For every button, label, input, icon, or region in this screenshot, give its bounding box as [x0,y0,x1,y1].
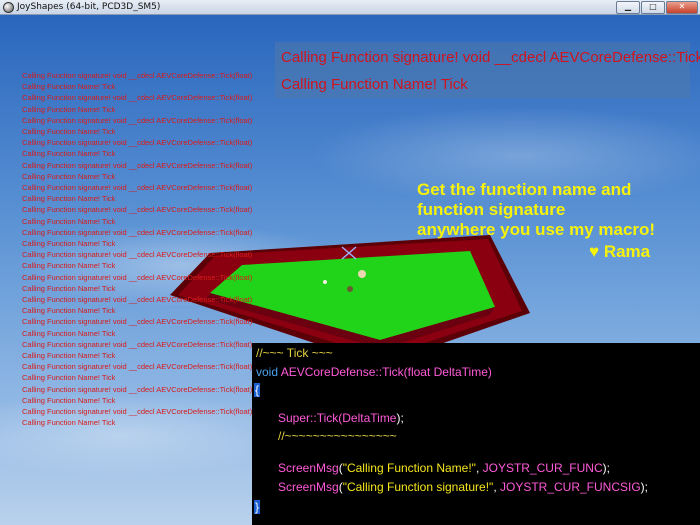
debug-log: Calling Function signature! void __cdecl… [22,70,282,429]
log-line: Calling Function Name! Tick [22,149,116,159]
window-title-bar: JoyShapes (64-bit, PCD3D_SM5) ▁ □ ✕ [0,0,700,15]
log-line: Calling Function Name! Tick [22,239,116,249]
code-comment-divider: //~~~~~~~~~~~~~~~~ [278,429,397,443]
log-line: Calling Function Name! Tick [22,127,116,137]
code-close-brace: } [254,500,260,514]
code-brace-close: } [254,500,260,514]
log-line: Calling Function signature! void __cdecl… [22,272,253,282]
ball-object-small [323,280,327,284]
code-comment-header: //~~~ Tick ~~~ [256,346,333,360]
code-string-name: "Calling Function Name!" [342,461,476,475]
caption-line-3: anywhere you use my macro! [417,220,656,239]
code-param: float DeltaTime [407,365,488,379]
close-button[interactable]: ✕ [666,1,698,14]
log-line: Calling Function signature! void __cdecl… [22,71,253,80]
log-line: Calling Function signature! void __cdecl… [22,250,253,260]
caption-line-2: function signature [417,200,566,219]
log-line: Calling Function Name! Tick [22,104,116,114]
code-tick-open: ::Tick( [375,365,408,379]
code-macro-funcsig: JOYSTR_CUR_FUNCSIG [499,480,641,494]
log-line: Calling Function Name! Tick [22,395,116,405]
code-super-close: ); [396,411,404,425]
log-line: Calling Function signature! void __cdecl… [22,183,253,193]
log-line: Calling Function Name! Tick [22,216,116,226]
code-super-call: Super::Tick(DeltaTime); [278,411,404,425]
code-snippet-panel: //~~~ Tick ~~~ void AEVCoreDefense::Tick… [252,343,700,525]
code-super-tick: ::Tick( [310,411,343,425]
code-string-sig: "Calling Function signature!" [342,480,494,494]
maximize-button[interactable]: □ [641,1,665,14]
log-line: Calling Function signature! void __cdecl… [22,205,253,215]
caption-signature: ♥ Rama [589,242,651,261]
log-line: Calling Function signature! void __cdecl… [22,138,253,148]
log-line: Calling Function signature! void __cdecl… [22,160,253,170]
code-macro-func: JOYSTR_CUR_FUNC [482,461,603,475]
screen-message-name: Calling Function Name! Tick [281,76,468,93]
log-line: Calling Function signature! void __cdecl… [22,384,253,394]
window-controls: ▁ □ ✕ [616,1,698,14]
log-line: Calling Function Name! Tick [22,283,116,293]
ball-object-dark [347,286,353,292]
log-line: Calling Function Name! Tick [22,373,116,383]
screen-message-box: Calling Function signature! void __cdecl… [275,42,700,98]
log-line: Calling Function signature! void __cdecl… [22,93,253,103]
code-keyword-void: void [256,365,281,379]
caption-line-1: Get the function name and [417,180,632,199]
log-line: Calling Function Name! Tick [22,418,116,428]
app-icon [3,1,14,13]
code-screenmsg-sig: ScreenMsg("Calling Function signature!",… [278,480,649,494]
yellow-caption: Get the function name and function signa… [417,180,700,261]
code-fn: ScreenMsg [278,461,339,475]
log-line: Calling Function Name! Tick [22,82,116,92]
log-line: Calling Function Name! Tick [22,328,116,338]
ball-object [358,270,366,278]
code-class-name: AEVCoreDefense [280,365,376,379]
window-title: JoyShapes (64-bit, PCD3D_SM5) [17,2,161,12]
log-line: Calling Function Name! Tick [22,194,116,204]
code-super: Super [278,411,311,425]
log-line: Calling Function Name! Tick [22,171,116,181]
code-fn-2: ScreenMsg [278,480,339,494]
log-line: Calling Function signature! void __cdecl… [22,317,253,327]
code-open-brace: { [254,383,260,397]
code-super-arg: DeltaTime [342,411,397,425]
log-line: Calling Function signature! void __cdecl… [22,339,253,349]
log-line: Calling Function Name! Tick [22,306,116,316]
log-line: Calling Function signature! void __cdecl… [22,227,253,237]
code-tick-close: ) [487,365,492,379]
screen-message-signature: Calling Function signature! void __cdecl… [281,49,700,66]
log-line: Calling Function signature! void __cdecl… [22,362,253,372]
log-line: Calling Function Name! Tick [22,351,116,361]
minimize-button[interactable]: ▁ [616,1,640,14]
log-line: Calling Function signature! void __cdecl… [22,407,253,417]
code-brace-open: { [254,383,260,397]
code-screenmsg-name: ScreenMsg("Calling Function Name!", JOYS… [278,461,610,475]
log-line: Calling Function Name! Tick [22,261,116,271]
code-function-decl: void AEVCoreDefense::Tick(float DeltaTim… [256,365,492,379]
log-line: Calling Function signature! void __cdecl… [22,115,253,125]
log-line: Calling Function signature! void __cdecl… [22,295,253,305]
